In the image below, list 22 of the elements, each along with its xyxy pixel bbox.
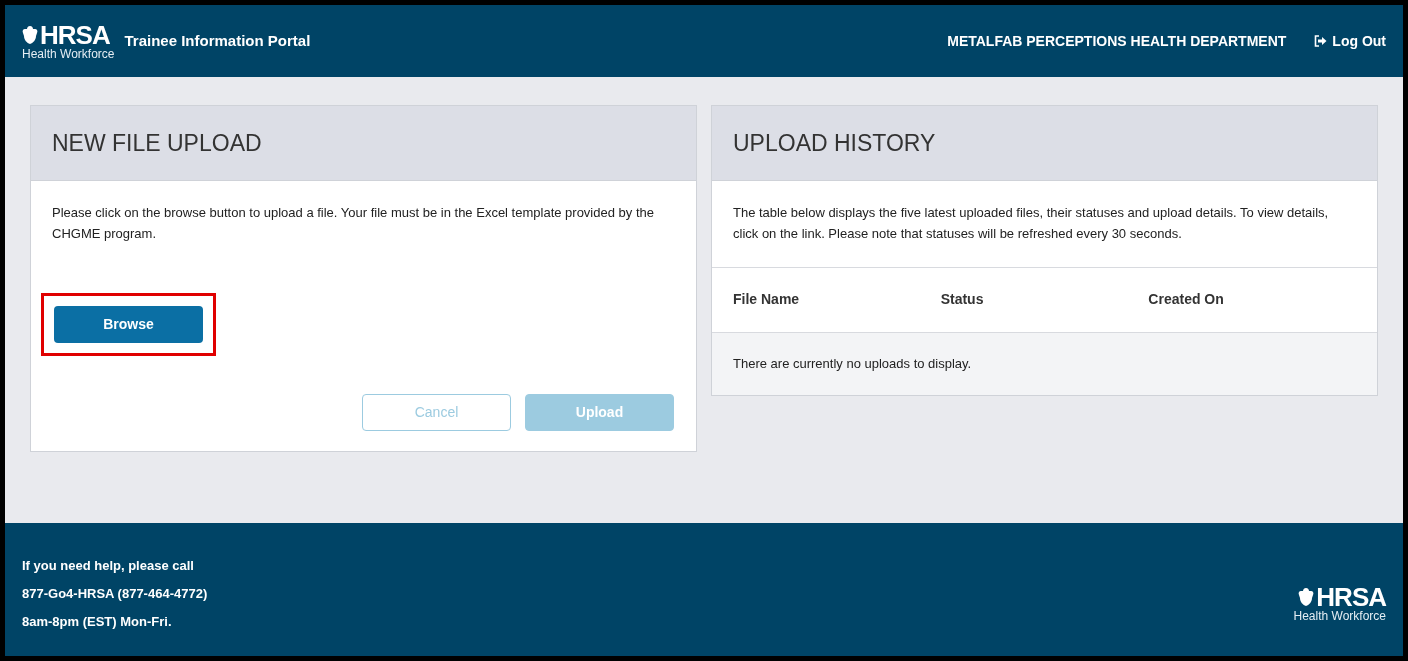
description-text: The table below displays the five latest uploaded files, their statuses and upload details. To view details, click on the link. Please note that statuses will be refreshed every 30 seconds. (732, 204, 1330, 243)
column-header: Created On (1148, 290, 1225, 310)
help-text: 8am-8pm (EST) Mon-Fri. (22, 613, 173, 631)
logout-link[interactable]: Log Out (1314, 30, 1386, 52)
panel-title: UPLOAD HISTORY (712, 106, 1377, 181)
logo-wordmark: HRSA (1316, 584, 1386, 610)
help-text: 877-Go4-HRSA (877-464-4772) (22, 585, 208, 603)
help-text: If you need help, please call (22, 557, 195, 575)
logout-icon (1314, 35, 1328, 47)
panel-title: NEW FILE UPLOAD (31, 106, 696, 181)
emblem-icon (1298, 587, 1315, 607)
browse-button[interactable]: Browse (54, 305, 203, 343)
logo-wordmark: HRSA (40, 22, 110, 48)
organization-name: METALFAB PERCEPTIONS HEALTH DEPARTMENT (947, 31, 1287, 51)
column-header: File Name (733, 290, 801, 310)
empty-message: There are currently no uploads to display. (733, 354, 972, 373)
instructions-text: Please click on the browse button to upload a file. Your file must be in the Excel template provided by the CHGME program. (51, 204, 655, 243)
emblem-icon (22, 25, 38, 45)
logo-subtitle: Health Workforce (1293, 610, 1386, 622)
column-header: Status (940, 290, 985, 310)
portal-title: Trainee Information Portal (124, 30, 311, 51)
logo-subtitle: Health Workforce (22, 48, 115, 60)
